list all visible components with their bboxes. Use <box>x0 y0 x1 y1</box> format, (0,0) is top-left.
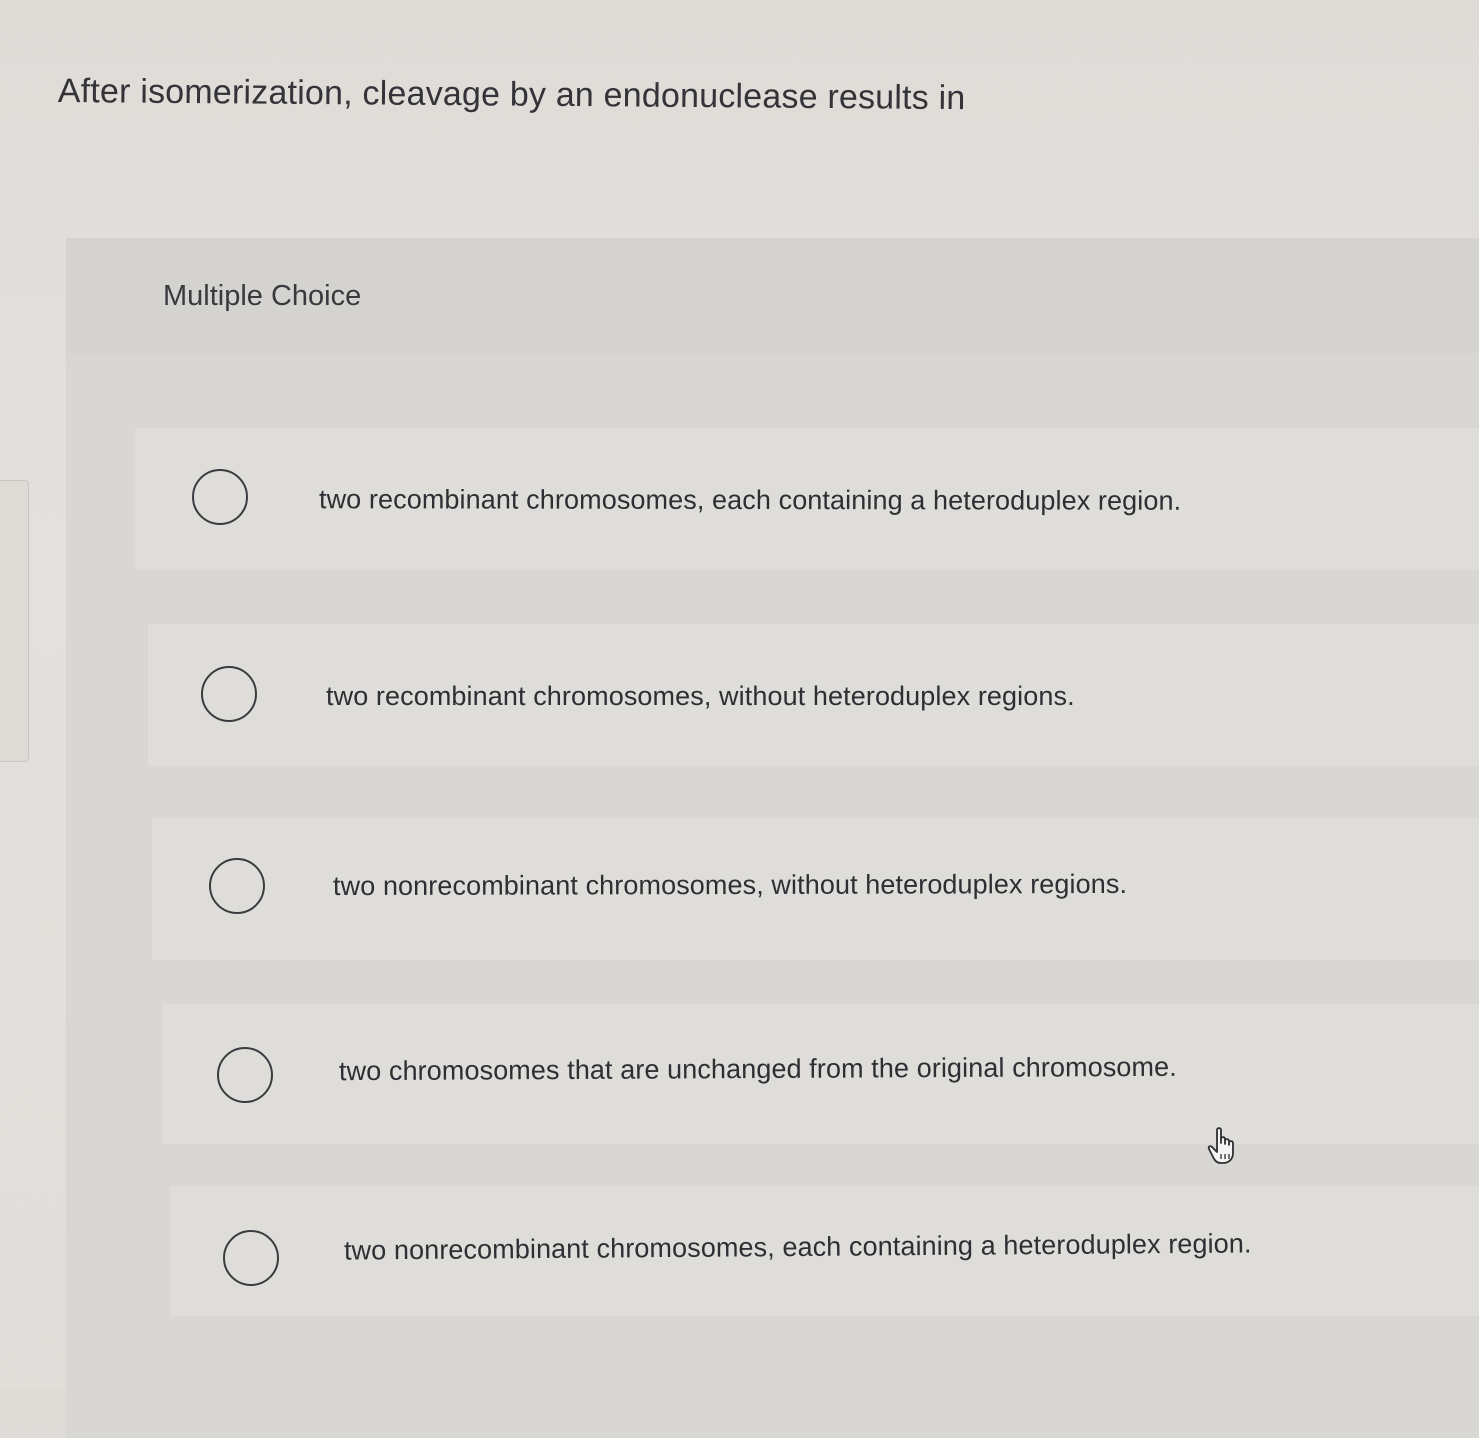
choice-label: two recombinant chromosomes, without het… <box>326 681 1075 711</box>
hand-pointer-icon <box>1207 1127 1234 1164</box>
choice-option-2[interactable]: two recombinant chromosomes, without het… <box>148 624 1479 766</box>
choice-option-3[interactable]: two nonrecombinant chromosomes, without … <box>152 818 1479 960</box>
radio-unselected-icon[interactable] <box>192 469 248 525</box>
choice-option-1[interactable]: two recombinant chromosomes, each contai… <box>135 428 1479 570</box>
choice-option-4[interactable]: two chromosomes that are unchanged from … <box>162 1004 1479 1144</box>
choice-list: two recombinant chromosomes, each contai… <box>0 0 1479 1388</box>
radio-unselected-icon[interactable] <box>209 858 265 914</box>
radio-unselected-icon[interactable] <box>201 666 257 722</box>
radio-unselected-icon[interactable] <box>223 1230 279 1286</box>
choice-option-5[interactable]: two nonrecombinant chromosomes, each con… <box>170 1186 1479 1316</box>
choice-label: two nonrecombinant chromosomes, without … <box>332 868 1128 902</box>
choice-label: two chromosomes that are unchanged from … <box>338 1051 1177 1087</box>
choice-label: two nonrecombinant chromosomes, each con… <box>343 1228 1252 1266</box>
radio-unselected-icon[interactable] <box>217 1047 273 1103</box>
choice-label: two recombinant chromosomes, each contai… <box>318 484 1182 516</box>
